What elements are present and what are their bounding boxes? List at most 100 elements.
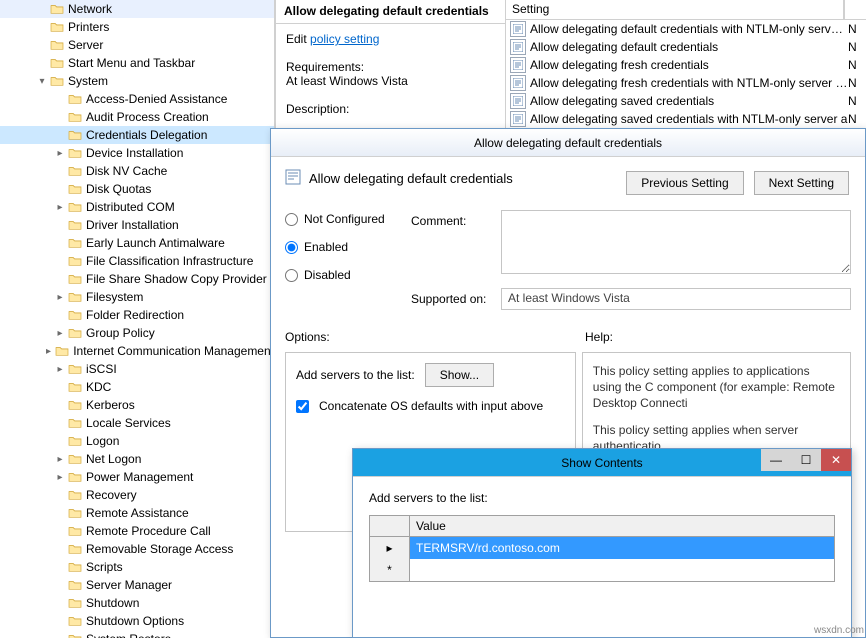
radio-not-configured[interactable]: Not Configured xyxy=(285,212,411,226)
expander-icon[interactable] xyxy=(36,21,48,33)
tree-item[interactable]: Remote Procedure Call xyxy=(0,522,274,540)
expander-icon[interactable] xyxy=(36,57,48,69)
tree-item[interactable]: Recovery xyxy=(0,486,274,504)
tree-item[interactable]: Server Manager xyxy=(0,576,274,594)
tree-item[interactable]: Start Menu and Taskbar xyxy=(0,54,274,72)
dialog-titlebar[interactable]: Allow delegating default credentials xyxy=(271,129,865,157)
tree-item[interactable]: ▸Device Installation xyxy=(0,144,274,162)
tree-item[interactable]: ▸Power Management xyxy=(0,468,274,486)
value-grid[interactable]: Value ▸ TERMSRV/rd.contoso.com * xyxy=(369,515,835,582)
expander-icon[interactable] xyxy=(54,597,66,609)
settings-list[interactable]: Setting Allow delegating default credent… xyxy=(505,0,866,128)
maximize-button[interactable]: ☐ xyxy=(791,449,821,471)
close-button[interactable]: ✕ xyxy=(821,449,851,471)
tree-item[interactable]: Early Launch Antimalware xyxy=(0,234,274,252)
tree-item[interactable]: Network xyxy=(0,0,274,18)
expander-icon[interactable]: ▸ xyxy=(54,201,66,213)
tree-item[interactable]: Removable Storage Access xyxy=(0,540,274,558)
show-titlebar[interactable]: Show Contents — ☐ ✕ xyxy=(353,449,851,477)
expander-icon[interactable]: ▸ xyxy=(54,363,66,375)
tree-item[interactable]: Server xyxy=(0,36,274,54)
tree-item[interactable]: Credentials Delegation xyxy=(0,126,274,144)
comment-field[interactable] xyxy=(501,210,851,274)
tree-item[interactable]: KDC xyxy=(0,378,274,396)
expander-icon[interactable] xyxy=(54,615,66,627)
tree-item[interactable]: Shutdown Options xyxy=(0,612,274,630)
edit-policy-link[interactable]: policy setting xyxy=(310,32,379,46)
expander-icon[interactable] xyxy=(54,111,66,123)
tree-item[interactable]: Folder Redirection xyxy=(0,306,274,324)
expander-icon[interactable] xyxy=(36,39,48,51)
expander-icon[interactable] xyxy=(54,183,66,195)
list-row[interactable]: Allow delegating default credentialsN xyxy=(506,38,866,56)
tree-item[interactable]: Locale Services xyxy=(0,414,274,432)
tree-item[interactable]: Shutdown xyxy=(0,594,274,612)
expander-icon[interactable] xyxy=(54,273,66,285)
tree-item[interactable]: ▸Net Logon xyxy=(0,450,274,468)
expander-icon[interactable] xyxy=(54,165,66,177)
expander-icon[interactable]: ▸ xyxy=(54,327,66,339)
expander-icon[interactable] xyxy=(54,399,66,411)
tree-item[interactable]: File Classification Infrastructure xyxy=(0,252,274,270)
expander-icon[interactable] xyxy=(54,579,66,591)
tree-item[interactable]: File Share Shadow Copy Provider xyxy=(0,270,274,288)
expander-icon[interactable] xyxy=(54,525,66,537)
expander-icon[interactable]: ▸ xyxy=(54,291,66,303)
expander-icon[interactable]: ▸ xyxy=(44,345,54,357)
tree-item[interactable]: Kerberos xyxy=(0,396,274,414)
tree-item[interactable]: Remote Assistance xyxy=(0,504,274,522)
tree-item[interactable]: ▸Group Policy xyxy=(0,324,274,342)
expander-icon[interactable] xyxy=(54,417,66,429)
expander-icon[interactable] xyxy=(54,237,66,249)
next-setting-button[interactable]: Next Setting xyxy=(754,171,849,195)
col-value[interactable]: Value xyxy=(410,516,452,536)
expander-icon[interactable] xyxy=(54,489,66,501)
expander-icon[interactable] xyxy=(54,543,66,555)
expander-icon[interactable]: ▸ xyxy=(54,147,66,159)
tree-item[interactable]: Logon xyxy=(0,432,274,450)
list-header[interactable]: Setting xyxy=(506,0,866,20)
folder-tree[interactable]: NetworkPrintersServerStart Menu and Task… xyxy=(0,0,275,638)
expander-icon[interactable] xyxy=(54,309,66,321)
tree-item[interactable]: ▸Internet Communication Management xyxy=(0,342,274,360)
grid-row[interactable]: ▸ TERMSRV/rd.contoso.com xyxy=(370,537,834,559)
tree-item[interactable]: Scripts xyxy=(0,558,274,576)
tree-item[interactable]: Disk Quotas xyxy=(0,180,274,198)
expander-icon[interactable] xyxy=(54,507,66,519)
expander-icon[interactable] xyxy=(36,3,48,15)
show-button[interactable]: Show... xyxy=(425,363,494,387)
list-row[interactable]: Allow delegating saved credentialsN xyxy=(506,92,866,110)
expander-icon[interactable] xyxy=(54,435,66,447)
list-row[interactable]: Allow delegating default credentials wit… xyxy=(506,20,866,38)
tree-item[interactable]: ▸iSCSI xyxy=(0,360,274,378)
expander-icon[interactable] xyxy=(54,561,66,573)
expander-icon[interactable]: ▸ xyxy=(54,453,66,465)
tree-item[interactable]: Audit Process Creation xyxy=(0,108,274,126)
list-row[interactable]: Allow delegating fresh credentials with … xyxy=(506,74,866,92)
col-setting[interactable]: Setting xyxy=(506,0,844,19)
tree-item[interactable]: ▾System xyxy=(0,72,274,90)
grid-row-new[interactable]: * xyxy=(370,559,834,581)
minimize-button[interactable]: — xyxy=(761,449,791,471)
tree-item[interactable]: ▸Filesystem xyxy=(0,288,274,306)
concat-checkbox[interactable]: Concatenate OS defaults with input above xyxy=(296,399,565,413)
tree-item[interactable]: System Restore xyxy=(0,630,274,638)
radio-disabled[interactable]: Disabled xyxy=(285,268,411,282)
expander-icon[interactable] xyxy=(54,93,66,105)
expander-icon[interactable] xyxy=(54,633,66,638)
value-cell[interactable]: TERMSRV/rd.contoso.com xyxy=(410,537,834,559)
expander-icon[interactable]: ▸ xyxy=(54,471,66,483)
expander-icon[interactable]: ▾ xyxy=(36,75,48,87)
tree-item[interactable]: ▸Distributed COM xyxy=(0,198,274,216)
radio-enabled[interactable]: Enabled xyxy=(285,240,411,254)
value-cell-empty[interactable] xyxy=(410,559,834,581)
expander-icon[interactable] xyxy=(54,129,66,141)
col-state[interactable] xyxy=(844,0,866,19)
expander-icon[interactable] xyxy=(54,255,66,267)
tree-item[interactable]: Printers xyxy=(0,18,274,36)
expander-icon[interactable] xyxy=(54,381,66,393)
tree-item[interactable]: Driver Installation xyxy=(0,216,274,234)
list-row[interactable]: Allow delegating saved credentials with … xyxy=(506,110,866,128)
tree-item[interactable]: Disk NV Cache xyxy=(0,162,274,180)
expander-icon[interactable] xyxy=(54,219,66,231)
